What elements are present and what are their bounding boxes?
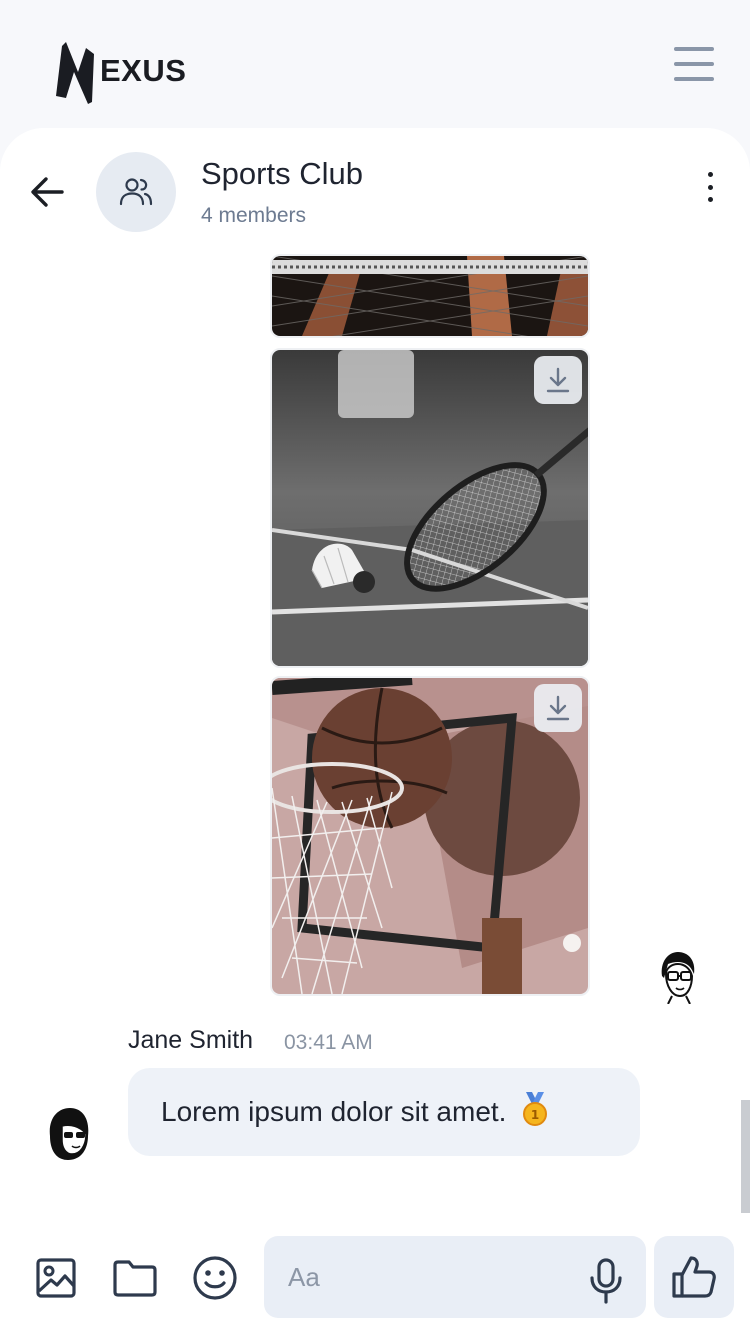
chat-title: Sports Club	[201, 156, 363, 191]
app-top-bar: EXUS	[0, 0, 750, 130]
message-text: Lorem ipsum dolor sit amet.	[161, 1096, 507, 1127]
image-icon	[36, 1258, 76, 1298]
sender-avatar[interactable]	[46, 1106, 92, 1162]
folder-icon	[113, 1260, 157, 1297]
hamburger-icon	[674, 47, 714, 51]
group-avatar[interactable]	[96, 152, 176, 232]
users-icon	[119, 178, 153, 206]
download-icon	[546, 695, 570, 721]
thumbs-up-icon	[672, 1256, 716, 1298]
download-button[interactable]	[534, 684, 582, 732]
app-logo[interactable]: EXUS	[52, 38, 186, 104]
image-message-basketball[interactable]	[270, 676, 590, 996]
download-icon	[546, 367, 570, 393]
chat-panel: Sports Club 4 members Jane Smith 03:41 A…	[0, 128, 750, 1334]
send-like-button[interactable]	[654, 1236, 734, 1318]
image-message-badminton[interactable]	[270, 348, 590, 668]
download-button[interactable]	[534, 356, 582, 404]
microphone-icon	[590, 1258, 622, 1304]
hamburger-menu-button[interactable]	[674, 47, 714, 81]
message-bubble[interactable]: Lorem ipsum dolor sit amet. 1	[128, 1068, 640, 1156]
sender-name: Jane Smith	[128, 1026, 254, 1054]
logo-mark-icon	[56, 42, 94, 104]
smile-icon	[193, 1256, 237, 1300]
message-timestamp: 03:41 AM	[284, 1031, 373, 1054]
more-options-button[interactable]	[700, 172, 720, 202]
photo-net	[272, 256, 588, 336]
scrollbar-thumb[interactable]	[741, 1100, 750, 1213]
more-vertical-icon	[707, 172, 713, 177]
arrow-left-icon	[31, 177, 64, 207]
svg-text:1: 1	[531, 1108, 539, 1122]
message-composer	[0, 1213, 750, 1334]
back-button[interactable]	[28, 172, 68, 212]
user-avatar-icon	[661, 952, 695, 1005]
my-avatar[interactable]	[654, 948, 700, 1005]
emoji-picker-button[interactable]	[192, 1255, 238, 1301]
attach-image-button[interactable]	[33, 1255, 79, 1301]
logo-text: EXUS	[100, 53, 187, 88]
image-message-net[interactable]	[270, 254, 590, 338]
chat-header: Sports Club 4 members	[0, 128, 750, 248]
message-list[interactable]: Jane Smith 03:41 AM Lorem ipsum dolor si…	[0, 248, 750, 1213]
medal-emoji-icon: 1	[520, 1091, 550, 1133]
voice-record-button[interactable]	[586, 1258, 626, 1304]
attach-file-button[interactable]	[112, 1255, 158, 1301]
member-count: 4 members	[201, 204, 307, 227]
user-avatar-icon	[49, 1108, 89, 1160]
